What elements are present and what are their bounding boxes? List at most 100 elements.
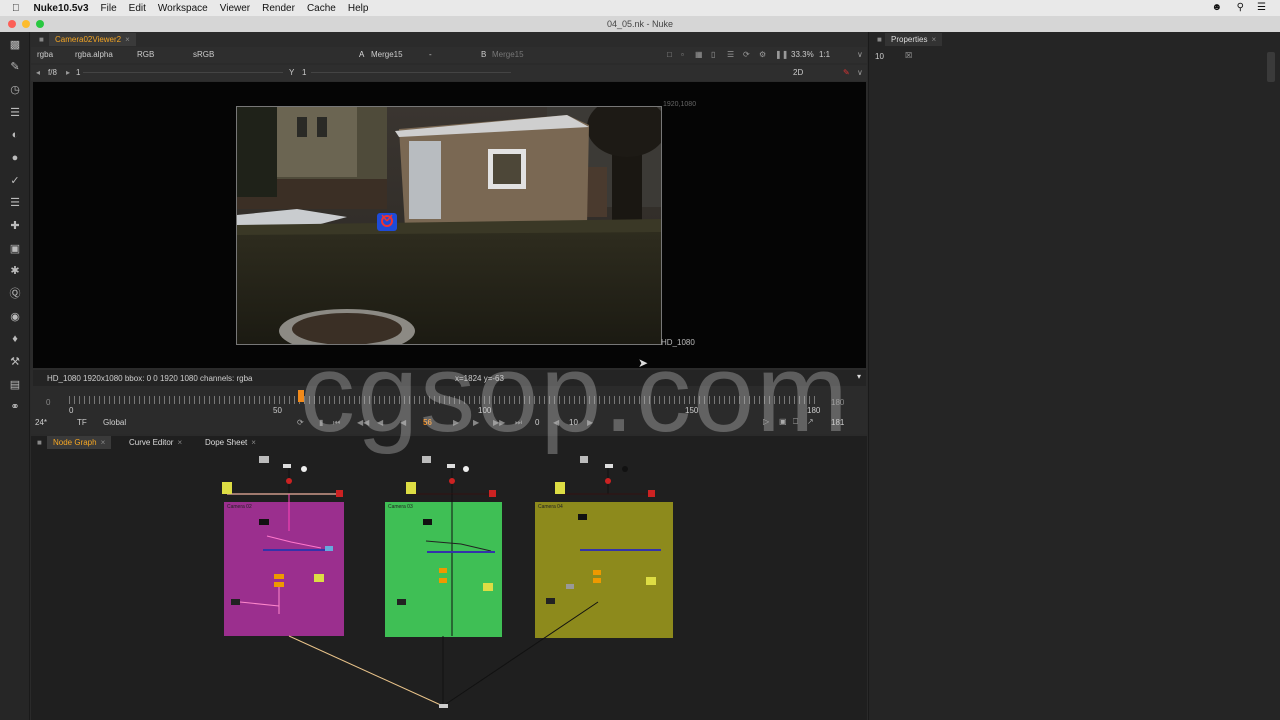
3d-icon[interactable]: ▣ [8, 242, 22, 256]
prev-key-icon[interactable]: ⏮ [333, 418, 340, 428]
max-panels-field[interactable]: 10 [875, 52, 884, 61]
display-dropdown[interactable]: RGB [137, 50, 154, 59]
update-icon[interactable]: ⚙ [759, 50, 766, 59]
furnace-icon[interactable]: ⚭ [8, 400, 22, 414]
panel-menu-icon[interactable]: ■ [33, 33, 45, 46]
transform-icon[interactable]: ✚ [8, 219, 22, 233]
search-icon[interactable]: ⚲ [1237, 2, 1244, 13]
flipbook-icon[interactable]: ▷ [763, 417, 769, 426]
color-icon[interactable]: ◐ [8, 128, 22, 142]
play-icon[interactable]: ▶ [453, 418, 459, 427]
lut-dropdown[interactable]: sRGB [193, 50, 214, 59]
app-menu[interactable]: Nuke10.5v3 [34, 3, 89, 14]
step-back-icon[interactable]: ◀ [400, 418, 406, 427]
zoom-dropdown[interactable]: 33.3% [791, 50, 814, 59]
channels-dropdown[interactable]: rgba [37, 50, 53, 59]
roi-icon[interactable]: □ [667, 50, 672, 59]
clip-icon[interactable]: ▫ [681, 50, 684, 59]
deep-icon[interactable]: Ⓠ [8, 287, 22, 301]
time-icon[interactable]: ◷ [8, 83, 22, 97]
range-dropdown[interactable]: Global [103, 418, 126, 427]
gamma-field[interactable]: 1 [302, 68, 306, 77]
menu-cache[interactable]: Cache [307, 3, 336, 14]
views-icon[interactable]: ◉ [8, 310, 22, 324]
tab-viewer[interactable]: Camera02Viewer2 × [49, 33, 136, 46]
menu-workspace[interactable]: Workspace [158, 3, 208, 14]
other-icon[interactable]: ▤ [8, 378, 22, 392]
export-icon[interactable]: ↗ [807, 417, 814, 426]
prev-increment-icon[interactable]: ◀◀ [357, 418, 369, 427]
fstop-value[interactable]: f/8 [48, 68, 57, 77]
ratio-dropdown[interactable]: 1:1 [819, 50, 830, 59]
gain-slider[interactable] [83, 72, 283, 73]
playhead[interactable] [298, 390, 304, 402]
props-panel-menu-icon[interactable]: ■ [871, 33, 883, 46]
decrease-fstop-icon[interactable]: ◂ [36, 68, 40, 77]
menu-edit[interactable]: Edit [129, 3, 146, 14]
next-increment-icon[interactable]: ▶▶ [493, 418, 505, 427]
menu-file[interactable]: File [101, 3, 117, 14]
layers-icon[interactable]: ☰ [727, 50, 734, 59]
increment-field[interactable]: 10 [569, 418, 578, 427]
b-input-dropdown[interactable]: Merge15 [492, 50, 524, 59]
view-mode-dropdown[interactable]: 2D [793, 68, 803, 77]
fps-dropdown[interactable]: 24* [35, 418, 47, 427]
goto-start-icon[interactable]: ▮ [319, 418, 323, 427]
tf-dropdown[interactable]: TF [77, 418, 87, 427]
node-graph-panel[interactable]: ■ Node Graph × Curve Editor × Dope Sheet × … [31, 436, 867, 720]
end-frame-field[interactable]: 181 [831, 418, 844, 427]
list-icon[interactable]: ☰ [1257, 2, 1266, 13]
step-forward-icon[interactable]: ▶ [473, 418, 479, 427]
forward-step-icon[interactable]: ▶ [587, 418, 593, 427]
menu-render[interactable]: Render [262, 3, 295, 14]
close-icon[interactable]: × [125, 35, 130, 44]
apple-icon[interactable]:  [12, 3, 20, 14]
collapse-icon[interactable]: ∨ [857, 50, 863, 59]
goto-end-icon[interactable]: ⏭ [515, 418, 522, 428]
back-step-icon[interactable]: ◀ [553, 418, 559, 427]
lock-icon[interactable]: ⎕ [793, 417, 798, 427]
camera-03-nodes [397, 456, 496, 706]
menu-viewer[interactable]: Viewer [220, 3, 250, 14]
zoom-window-button[interactable] [36, 20, 44, 28]
alpha-dropdown[interactable]: rgba.alpha [75, 50, 113, 59]
close-icon[interactable]: × [931, 35, 936, 44]
increase-fstop-icon[interactable]: ▸ [66, 68, 70, 77]
downrez-icon[interactable]: ▯ [711, 50, 715, 59]
draw-icon[interactable]: ✎ [8, 60, 22, 74]
proxy-icon[interactable]: ▦ [695, 50, 703, 59]
frame-offset-field[interactable]: 0 [535, 418, 539, 427]
loop-icon[interactable]: ⟳ [297, 418, 304, 427]
gamma-slider[interactable] [311, 72, 511, 73]
minimize-window-button[interactable] [22, 20, 30, 28]
filter-icon[interactable]: ● [8, 151, 22, 165]
clear-panels-icon[interactable]: ☒ [905, 51, 912, 60]
merge-icon[interactable]: ☰ [8, 196, 22, 210]
info-expand-icon[interactable]: ▾ [857, 372, 861, 381]
channel-icon[interactable]: ☰ [8, 106, 22, 120]
frame-ruler[interactable] [69, 396, 815, 404]
collapse-row-icon[interactable]: ∨ [857, 68, 863, 77]
merge-output-node [439, 704, 448, 708]
toolsets-icon[interactable]: ⚒ [8, 355, 22, 369]
metadata-icon[interactable]: ♦ [8, 332, 22, 346]
current-frame-field[interactable]: 56 [423, 418, 432, 427]
particles-icon[interactable]: ✱ [8, 264, 22, 278]
color-picker-icon[interactable]: ✎ [843, 68, 850, 77]
render-icon[interactable]: ▣ [779, 417, 787, 426]
menu-help[interactable]: Help [348, 3, 369, 14]
refresh-icon[interactable]: ⟳ [743, 50, 750, 59]
image-icon[interactable]: ▩ [8, 38, 22, 52]
a-input-dropdown[interactable]: Merge15 [371, 50, 403, 59]
gain-field[interactable]: 1 [76, 68, 80, 77]
properties-scrollbar[interactable] [1267, 52, 1275, 82]
pause-icon[interactable]: ❚❚ [775, 50, 788, 59]
close-window-button[interactable] [8, 20, 16, 28]
in-point-field[interactable]: 0 [46, 398, 50, 407]
play-back-icon[interactable]: ◀ [377, 418, 383, 427]
keyer-icon[interactable]: ✓ [8, 174, 22, 188]
compare-dropdown[interactable]: - [429, 50, 432, 59]
out-point-field[interactable]: 180 [831, 398, 844, 407]
tab-properties[interactable]: Properties × [885, 33, 943, 46]
user-icon[interactable]: ☻ [1211, 2, 1222, 13]
